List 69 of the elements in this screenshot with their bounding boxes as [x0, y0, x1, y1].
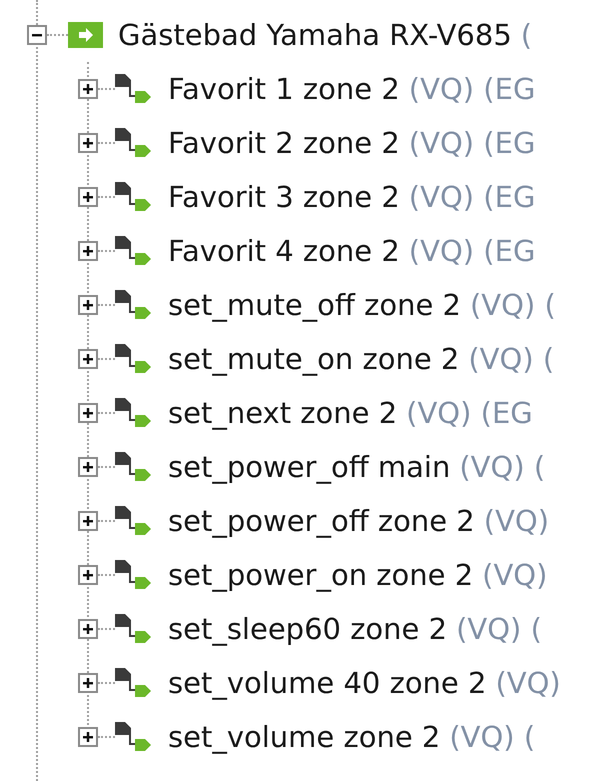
tree-toggle[interactable] [27, 25, 47, 45]
tree-item-detail: (VQ) ( [449, 720, 536, 754]
tree-item-label[interactable]: set_power_on zone 2 [168, 558, 474, 592]
tree-item-label[interactable]: Favorit 4 zone 2 [168, 234, 400, 268]
plus-icon [82, 731, 94, 743]
tree-toggle[interactable] [78, 673, 98, 693]
plus-icon [82, 245, 94, 257]
tree-item-detail: (VQ) ( [470, 288, 556, 322]
tree-toggle[interactable] [78, 511, 98, 531]
tree-item-label[interactable]: set_next zone 2 [168, 396, 398, 430]
tree-item-detail: (VQ) (EG [408, 180, 536, 214]
tree-item-label[interactable]: Gästebad Yamaha RX-V685 [118, 18, 512, 52]
tree-item-label[interactable]: set_sleep60 zone 2 [168, 612, 448, 646]
tree-toggle[interactable] [78, 349, 98, 369]
tree-item-detail: (VQ) (EG [406, 396, 533, 430]
tree-toggle[interactable] [78, 79, 98, 99]
tree-item-detail: ( [520, 18, 532, 52]
tree-item-label[interactable]: Favorit 1 zone 2 [168, 72, 400, 106]
connector-icon [115, 236, 153, 266]
plus-icon [82, 83, 94, 95]
tree-toggle[interactable] [78, 565, 98, 585]
tree-toggle[interactable] [78, 295, 98, 315]
plus-icon [82, 677, 94, 689]
tree-item-detail: (VQ) ( [456, 612, 542, 646]
tree-toggle[interactable] [78, 619, 98, 639]
tree-toggle[interactable] [78, 727, 98, 747]
connector-icon [115, 182, 153, 212]
plus-icon [82, 353, 94, 365]
connector-icon [115, 614, 153, 644]
plus-icon [82, 299, 94, 311]
tree-item-detail: (VQ) [495, 666, 561, 700]
connector-icon [115, 128, 153, 158]
tree-item-label[interactable]: set_power_off zone 2 [168, 504, 475, 538]
plus-icon [82, 623, 94, 635]
tree-item-label[interactable]: set_mute_on zone 2 [168, 342, 460, 376]
tree-toggle[interactable] [78, 241, 98, 261]
tree-item-label[interactable]: set_power_off main [168, 450, 450, 484]
connector-icon [115, 398, 153, 428]
connector-icon [115, 74, 153, 104]
connector-icon [115, 290, 153, 320]
tree-item-detail: (VQ) (EG [408, 126, 536, 160]
plus-icon [82, 461, 94, 473]
connector-icon [115, 452, 153, 482]
plus-icon [82, 569, 94, 581]
plus-icon [82, 137, 94, 149]
tree-item-detail: (VQ) [484, 504, 550, 538]
tree-item-label[interactable]: set_mute_off zone 2 [168, 288, 461, 322]
tree-item-detail: (VQ) ( [468, 342, 554, 376]
tree-item-label[interactable]: set_volume 40 zone 2 [168, 666, 486, 700]
tree-toggle[interactable] [78, 187, 98, 207]
tree-toggle[interactable] [78, 457, 98, 477]
connector-icon [115, 560, 153, 590]
connector-icon [115, 722, 153, 752]
arrow-sign-icon [68, 22, 103, 48]
tree-item-detail: (VQ) (EG [408, 72, 536, 106]
tree-item-label[interactable]: Favorit 2 zone 2 [168, 126, 400, 160]
connector-icon [115, 668, 153, 698]
tree-toggle[interactable] [78, 403, 98, 423]
tree-toggle[interactable] [78, 133, 98, 153]
tree-item-detail: (VQ) [482, 558, 548, 592]
tree-item-label[interactable]: Favorit 3 zone 2 [168, 180, 400, 214]
tree-item-detail: (VQ) (EG [408, 234, 536, 268]
tree-item-label[interactable]: set_volume zone 2 [168, 720, 440, 754]
plus-icon [82, 407, 94, 419]
connector-icon [115, 506, 153, 536]
tree-item-detail: (VQ) ( [459, 450, 546, 484]
plus-icon [82, 515, 94, 527]
plus-icon [82, 191, 94, 203]
connector-icon [115, 344, 153, 374]
